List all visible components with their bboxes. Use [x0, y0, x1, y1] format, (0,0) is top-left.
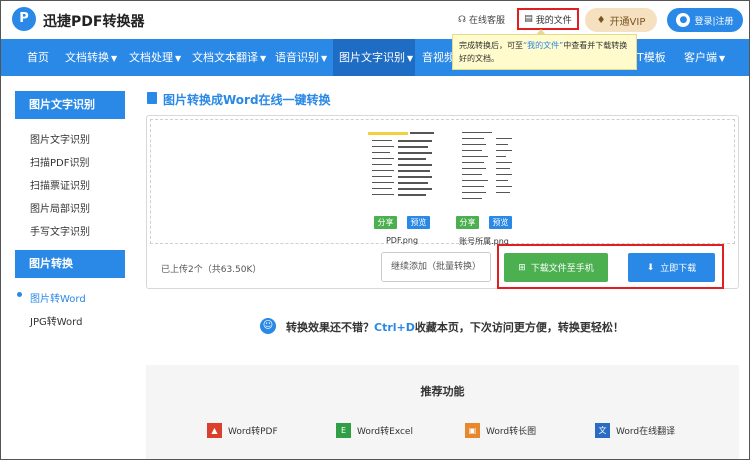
- my-files-button[interactable]: ▤ 我的文件: [517, 8, 579, 30]
- feature-word-translate[interactable]: 文 Word在线翻译: [595, 423, 675, 438]
- file-name: PDF.png: [385, 236, 419, 245]
- login-register-button[interactable]: ● 登录|注册: [667, 8, 743, 32]
- sidebar-item-handwriting[interactable]: 手写文字识别: [30, 223, 90, 238]
- nav-client[interactable]: 客户端 ▼: [684, 39, 725, 76]
- sidebar-item-image-to-word[interactable]: 图片转Word: [30, 290, 86, 305]
- download-now-button[interactable]: ⬇ 立即下载: [628, 253, 715, 282]
- my-files-tooltip: 完成转换后，可至“我的文件”中查看并下载转换好的文档。: [452, 29, 637, 70]
- caret-down-icon: ▼: [175, 54, 182, 63]
- sidebar-section-ocr: 图片文字识别: [15, 91, 125, 119]
- page-title: 图片转换成Word在线一键转换: [163, 93, 331, 107]
- main-nav: 首页 文档转换 ▼ 文档处理 ▼ 文档文本翻译 ▼ 语音识别 ▼ 图片文字识别 ▼ 音视频…: [0, 39, 750, 76]
- download-to-phone-label: 下载文件至手机: [530, 264, 594, 274]
- recommend-section: [146, 365, 739, 460]
- upload-summary: 已上传2个（共63.50K）: [161, 265, 262, 275]
- feature-word-to-pdf[interactable]: ▲ Word转PDF: [207, 423, 278, 438]
- file-thumbnail[interactable]: [368, 130, 436, 214]
- share-button[interactable]: 分享: [374, 216, 397, 229]
- my-files-label: 我的文件: [535, 15, 572, 26]
- nav-ocr[interactable]: 图片文字识别 ▼: [333, 39, 415, 76]
- brand-name[interactable]: 迅捷PDF转换器: [43, 11, 144, 31]
- login-label: 登录|注册: [694, 16, 734, 27]
- excel-icon: E: [336, 423, 351, 438]
- doc-icon: [147, 92, 157, 104]
- download-now-label: 立即下载: [660, 264, 697, 274]
- nav-speech[interactable]: 语音识别 ▼: [275, 39, 327, 76]
- sidebar-section-image-convert: 图片转换: [15, 250, 125, 278]
- headset-icon: ☊: [458, 14, 466, 25]
- file-thumbnail[interactable]: [450, 130, 518, 214]
- online-service-link[interactable]: ☊ 在线客服: [458, 13, 506, 27]
- pdf-icon: ▲: [207, 423, 222, 438]
- nav-doc-process[interactable]: 文档处理 ▼: [129, 39, 181, 76]
- tooltip-link[interactable]: “我的文件”: [523, 41, 563, 50]
- logo-icon[interactable]: P: [12, 7, 36, 31]
- caret-down-icon: ▼: [407, 54, 414, 63]
- diamond-icon: ♦: [596, 14, 606, 26]
- user-icon: ●: [676, 13, 691, 27]
- share-button[interactable]: 分享: [456, 216, 479, 229]
- recommend-title: 推荐功能: [420, 385, 465, 398]
- nav-doc-translate[interactable]: 文档文本翻译 ▼: [192, 39, 266, 76]
- image-icon: ▣: [465, 423, 480, 438]
- sidebar-item-scan-pdf[interactable]: 扫描PDF识别: [30, 154, 89, 169]
- sidebar-item-scan-ticket[interactable]: 扫描票证识别: [30, 177, 90, 192]
- bookmark-tip: 转换效果还不错？Ctrl+D收藏本页，下次访问更方便，转换更轻松！: [286, 321, 624, 334]
- sidebar-item-jpg-to-word[interactable]: JPG转Word: [30, 313, 82, 328]
- nav-templates[interactable]: T模板: [637, 39, 666, 76]
- sidebar-item-partial-ocr[interactable]: 图片局部识别: [30, 200, 90, 215]
- caret-down-icon: ▼: [260, 54, 267, 63]
- top-header: P 迅捷PDF转换器 ☊ 在线客服 ▤ 我的文件 ♦ 开通VIP ● 登录|注册: [0, 0, 750, 39]
- nav-home[interactable]: 首页: [27, 39, 49, 76]
- translate-icon: 文: [595, 423, 610, 438]
- preview-button[interactable]: 预览: [407, 216, 430, 229]
- vip-label: 开通VIP: [609, 16, 646, 28]
- qr-code-icon: ⊞: [518, 262, 526, 273]
- vip-button[interactable]: ♦ 开通VIP: [585, 8, 657, 32]
- online-service-label: 在线客服: [469, 16, 506, 26]
- sidebar-item-image-ocr[interactable]: 图片文字识别: [30, 131, 90, 146]
- nav-av[interactable]: 音视频: [422, 39, 455, 76]
- caret-down-icon: ▼: [321, 54, 328, 63]
- nav-doc-convert[interactable]: 文档转换 ▼: [65, 39, 117, 76]
- preview-button[interactable]: 预览: [489, 216, 512, 229]
- smiley-icon: ☺: [260, 318, 276, 334]
- download-icon: ⬇: [646, 262, 655, 273]
- feature-word-to-long-image[interactable]: ▣ Word转长图: [465, 423, 536, 438]
- feature-word-to-excel[interactable]: E Word转Excel: [336, 423, 413, 438]
- caret-down-icon: ▼: [719, 54, 726, 63]
- caret-down-icon: ▼: [111, 54, 118, 63]
- download-to-phone-button[interactable]: ⊞ 下载文件至手机: [504, 253, 608, 282]
- document-icon: ▤: [524, 14, 533, 24]
- drop-zone[interactable]: [150, 119, 735, 244]
- add-more-button[interactable]: 继续添加（批量转换）: [381, 252, 491, 282]
- active-bullet: [17, 292, 22, 297]
